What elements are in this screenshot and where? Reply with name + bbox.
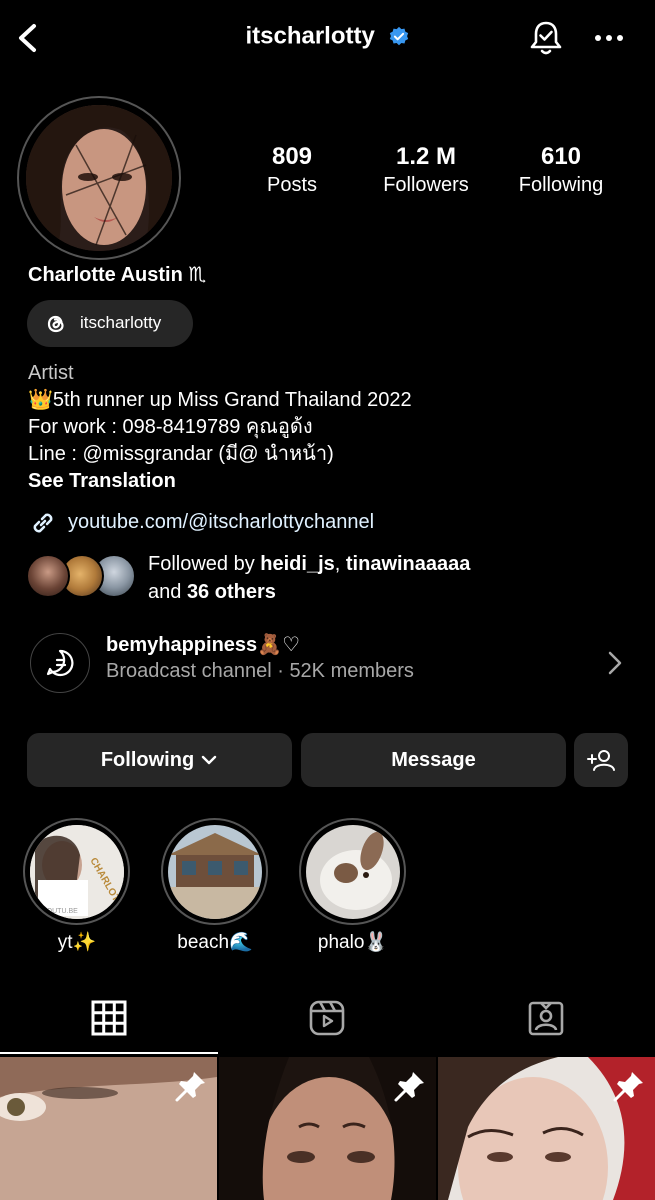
broadcast-channel-icon[interactable] bbox=[30, 633, 90, 693]
link-icon bbox=[33, 513, 53, 533]
reels-tab-icon[interactable] bbox=[308, 999, 346, 1037]
followed-by-text[interactable]: Followed by heidi_js, tinawinaaaaa and 3… bbox=[148, 550, 470, 606]
followers-stat[interactable]: 1.2 M Followers bbox=[361, 142, 491, 198]
following-stat[interactable]: 610 Following bbox=[496, 142, 626, 198]
posts-count: 809 bbox=[271, 143, 313, 170]
following-count: 610 bbox=[540, 143, 582, 170]
external-link-text: youtube.com/@itscharlottychannel bbox=[68, 511, 375, 533]
pinned-post-thumbnail[interactable] bbox=[219, 1057, 436, 1200]
tagged-tab-icon[interactable] bbox=[527, 999, 565, 1037]
posts-label: Posts bbox=[266, 174, 318, 196]
suggested-users-button[interactable] bbox=[574, 733, 628, 787]
active-tab-indicator bbox=[0, 1052, 218, 1054]
username-text: itscharlotty bbox=[245, 22, 375, 50]
followed-by-separator: , bbox=[334, 553, 346, 575]
more-options-icon[interactable] bbox=[590, 24, 628, 52]
profile-avatar[interactable] bbox=[26, 105, 172, 251]
bio-line: 👑5th runner up Miss Grand Thailand 2022 bbox=[28, 389, 412, 411]
chevron-down-icon bbox=[201, 755, 217, 765]
following-button[interactable]: Following bbox=[27, 733, 292, 787]
grid-tab-icon[interactable] bbox=[90, 999, 128, 1037]
following-button-label: Following bbox=[100, 748, 195, 771]
message-button-label: Message bbox=[391, 748, 476, 771]
highlight-cover-image bbox=[168, 825, 262, 919]
highlight-label: beach🌊 bbox=[177, 932, 253, 953]
threads-badge-button[interactable]: itscharlotty bbox=[27, 300, 193, 347]
highlight-label: phalo🐰 bbox=[317, 932, 389, 953]
followers-count: 1.2 M bbox=[395, 143, 457, 170]
avatar-portrait-image bbox=[26, 105, 172, 251]
mutual-others-count: 36 others bbox=[186, 581, 276, 603]
posts-stat[interactable]: 809 Posts bbox=[227, 142, 357, 198]
bio-category: Artist bbox=[28, 362, 74, 384]
highlight-cover-beach bbox=[168, 825, 262, 919]
mutual-follower-avatar[interactable] bbox=[26, 554, 70, 598]
broadcast-channel-subtitle: Broadcast channel · 52K members bbox=[106, 660, 414, 682]
add-user-icon bbox=[587, 750, 615, 771]
highlight-cover-phalo bbox=[306, 825, 400, 919]
mutual-user-1: heidi_js bbox=[260, 553, 335, 575]
pinned-post-thumbnail[interactable] bbox=[0, 1057, 217, 1200]
verified-badge-icon bbox=[389, 26, 408, 45]
highlight-cover-yt: CHARLOTTY YOUTU.BE bbox=[30, 825, 124, 919]
profile-bio: Artist 👑5th runner up Miss Grand Thailan… bbox=[28, 360, 412, 495]
bio-line: Line : @missgrandar (มี@ นำหน้า) bbox=[28, 443, 334, 465]
broadcast-channel-title[interactable]: bemyhappiness🧸♡ bbox=[106, 632, 300, 657]
followed-by-prefix: Followed by bbox=[148, 553, 261, 575]
highlight-label: yt✨ bbox=[57, 932, 97, 953]
highlight-cover-image: CHARLOTTY YOUTU.BE bbox=[30, 825, 124, 919]
display-name: Charlotte Austin ♏︎ bbox=[28, 264, 207, 286]
bio-line: For work : 098-8419789 คุณอูด้ง bbox=[28, 416, 313, 438]
pin-icon bbox=[613, 1072, 643, 1102]
following-label: Following bbox=[518, 174, 604, 196]
highlight-cover-image bbox=[306, 825, 400, 919]
message-button[interactable]: Message bbox=[301, 733, 566, 787]
pin-icon bbox=[175, 1072, 205, 1102]
notification-bell-icon[interactable] bbox=[526, 18, 566, 58]
followers-label: Followers bbox=[383, 174, 469, 196]
pin-icon bbox=[394, 1072, 424, 1102]
threads-icon bbox=[47, 315, 64, 333]
chevron-right-icon[interactable] bbox=[604, 650, 626, 676]
pinned-post-thumbnail[interactable] bbox=[438, 1057, 655, 1200]
mutual-user-2: tinawinaaaaa bbox=[345, 553, 471, 575]
see-translation-link[interactable]: See Translation bbox=[28, 468, 412, 495]
followed-by-and: and bbox=[148, 581, 187, 603]
threads-handle: itscharlotty bbox=[80, 313, 162, 332]
chat-bubble-icon bbox=[46, 649, 74, 677]
